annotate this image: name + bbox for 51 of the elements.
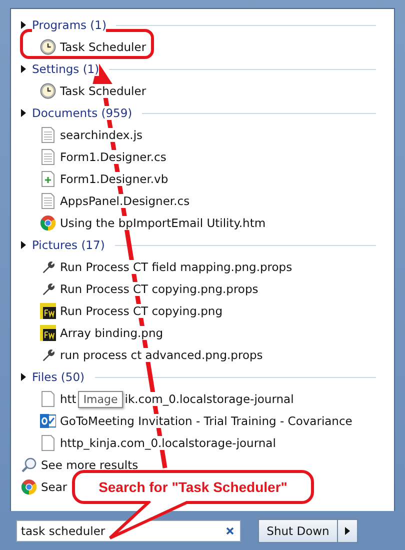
search-link[interactable]: Sear <box>41 480 68 494</box>
fireworks-file-icon <box>40 325 56 341</box>
mail-app-icon <box>40 413 56 429</box>
wrench-icon <box>40 282 56 296</box>
result-item[interactable]: run process ct advanced.png.props <box>60 348 263 362</box>
wrench-icon <box>40 348 56 362</box>
file-icon <box>41 391 55 407</box>
browser-icon <box>40 215 56 231</box>
group-title[interactable]: Pictures (17) <box>32 238 105 252</box>
result-item[interactable]: Run Process CT copying.png <box>60 304 222 318</box>
expand-arrow-icon[interactable] <box>21 65 26 73</box>
code-file-icon <box>41 171 55 187</box>
search-link[interactable]: See more results <box>41 458 138 472</box>
result-item[interactable]: Array binding.png <box>60 326 164 340</box>
search-icon <box>21 457 37 473</box>
group-title[interactable]: Files (50) <box>32 370 84 384</box>
text-file-icon <box>41 127 55 143</box>
result-item[interactable]: http_kinja.com_0.localstorage-journal <box>60 436 276 450</box>
expand-arrow-icon[interactable] <box>21 109 26 117</box>
callout-text: Search for "Task Scheduler" <box>98 479 288 495</box>
group-title[interactable]: Settings (1) <box>32 62 100 76</box>
result-item[interactable]: Run Process CT copying.png.props <box>60 282 258 296</box>
tooltip: Image <box>78 390 123 408</box>
fireworks-file-icon <box>40 303 56 319</box>
result-item[interactable]: Task Scheduler <box>60 40 146 54</box>
expand-arrow-icon[interactable] <box>21 373 26 381</box>
clock-icon <box>40 83 56 99</box>
search-field[interactable]: task scheduler <box>16 520 241 542</box>
result-item[interactable]: Run Process CT field mapping.png.props <box>60 260 292 274</box>
expand-arrow-icon[interactable] <box>21 21 26 29</box>
result-item[interactable]: Form1.Designer.vb <box>60 172 168 186</box>
browser-icon <box>21 479 37 495</box>
caret-icon <box>345 526 350 534</box>
file-icon <box>41 435 55 451</box>
result-item[interactable]: Task Scheduler <box>60 84 146 98</box>
expand-arrow-icon[interactable] <box>21 241 26 249</box>
result-item[interactable]: Using the bpImportEmail Utility.htm <box>60 216 266 230</box>
clock-icon <box>40 39 56 55</box>
text-file-icon <box>41 149 55 165</box>
group-title[interactable]: Programs (1) <box>32 18 106 32</box>
result-item[interactable]: Form1.Designer.cs <box>60 150 166 164</box>
result-item[interactable]: ik.com_0.localstorage-journal <box>124 392 294 406</box>
clear-icon[interactable] <box>226 526 234 534</box>
result-item[interactable]: searchindex.js <box>60 128 143 142</box>
result-item[interactable]: AppsPanel.Designer.cs <box>60 194 190 208</box>
result-item[interactable]: htt <box>60 392 76 406</box>
shut-down-button[interactable]: Shut Down <box>258 518 338 542</box>
wrench-icon <box>40 260 56 274</box>
group-title[interactable]: Documents (959) <box>32 106 132 120</box>
result-item[interactable]: GoToMeeting Invitation - Trial Training - Covariance <box>60 414 352 428</box>
text-file-icon <box>41 193 55 209</box>
